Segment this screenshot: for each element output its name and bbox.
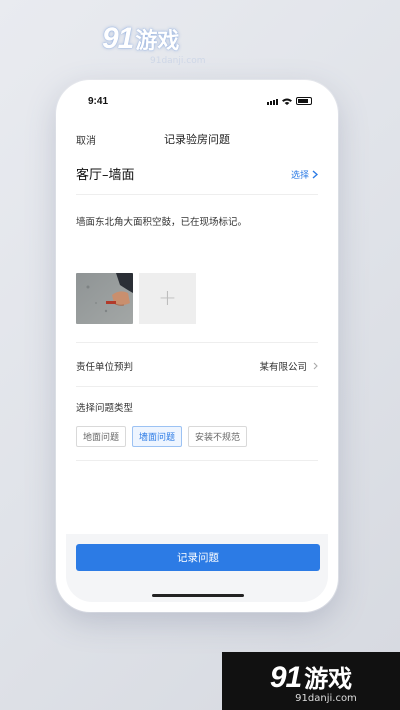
issue-description[interactable]: 墙面东北角大面积空鼓，已在现场标记。 [76, 214, 318, 228]
responsible-label: 责任单位预判 [76, 362, 134, 373]
battery-icon [296, 97, 312, 105]
signal-icon [267, 99, 278, 105]
issue-photo[interactable] [76, 273, 133, 324]
app-screen: 9:41 取消 记录验房问题 客厅–墙面 选择 墙面东北角大面积空鼓，已在现场标… [66, 90, 328, 602]
status-icons [267, 97, 312, 105]
wifi-icon [282, 98, 292, 105]
choose-room-button[interactable]: 选择 [291, 168, 318, 181]
issue-type-label: 选择问题类型 [76, 403, 134, 414]
add-photo-button[interactable]: + [139, 273, 196, 324]
phone-frame: 9:41 取消 记录验房问题 客厅–墙面 选择 墙面东北角大面积空鼓，已在现场标… [56, 80, 338, 612]
room-name: 客厅–墙面 [76, 168, 135, 183]
plus-icon: + [158, 285, 177, 311]
chip-install-issue[interactable]: 安装不规范 [188, 426, 248, 447]
chevron-right-icon [313, 362, 318, 370]
chip-wall-issue[interactable]: 墙面问题 [132, 426, 183, 447]
status-time: 9:41 [88, 96, 109, 107]
responsible-value-text: 某有限公司 [259, 362, 307, 373]
watermark-number: 91 [269, 660, 302, 694]
watermark-text: 游戏 [135, 29, 180, 54]
watermark-text: 游戏 [304, 664, 353, 693]
divider [76, 386, 318, 387]
choose-label: 选择 [290, 171, 309, 181]
chevron-right-icon [312, 170, 318, 179]
home-indicator [152, 594, 244, 597]
divider [76, 342, 318, 343]
issue-type-options: 地面问题 墙面问题 安装不规范 [76, 426, 248, 447]
watermark-logo-bottom: 91 游戏 91danji.com [222, 652, 400, 710]
responsible-value[interactable]: 某有限公司 [259, 359, 318, 373]
nav-bar: 取消 记录验房问题 [66, 130, 328, 150]
photo-thumbnail [76, 273, 133, 324]
divider [76, 460, 318, 461]
chip-floor-issue[interactable]: 地面问题 [76, 426, 127, 447]
room-row: 客厅–墙面 选择 [76, 164, 318, 186]
watermark-logo-top: 91 游戏 91danji.com [102, 22, 205, 66]
watermark-number: 91 [102, 22, 134, 55]
watermark-url: 91danji.com [150, 56, 206, 66]
watermark-url: 91danji.com [295, 692, 357, 704]
footer-bar: 记录问题 [66, 534, 328, 602]
status-bar: 9:41 [66, 90, 328, 112]
divider [76, 194, 318, 195]
page-title: 记录验房问题 [164, 133, 230, 146]
record-issue-button[interactable]: 记录问题 [76, 544, 320, 571]
responsible-unit-row[interactable]: 责任单位预判 某有限公司 [76, 357, 318, 373]
